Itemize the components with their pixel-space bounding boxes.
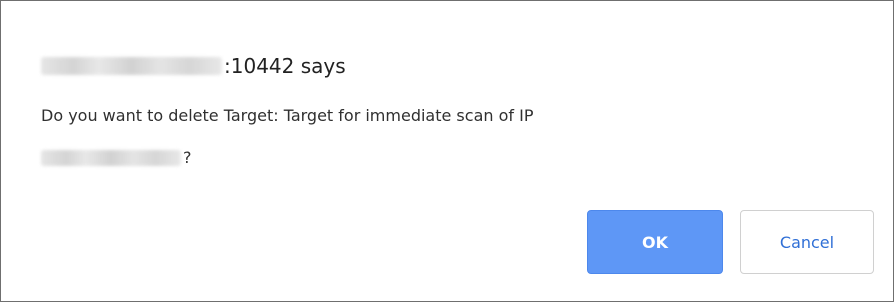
dialog-message: Do you want to delete Target: Target for… (41, 104, 861, 170)
redacted-hostname (41, 57, 222, 75)
dialog-message-line2-text: ? (183, 148, 192, 167)
redacted-ip-address (41, 150, 181, 166)
dialog-title-text: :10442 says (224, 54, 346, 78)
dialog-message-line1: Do you want to delete Target: Target for… (41, 106, 534, 125)
cancel-button[interactable]: Cancel (740, 210, 874, 274)
dialog-title: :10442 says (41, 53, 346, 79)
dialog-message-line2: ? (41, 146, 861, 170)
ok-button[interactable]: OK (587, 210, 723, 274)
confirm-dialog: :10442 says Do you want to delete Target… (0, 0, 894, 302)
